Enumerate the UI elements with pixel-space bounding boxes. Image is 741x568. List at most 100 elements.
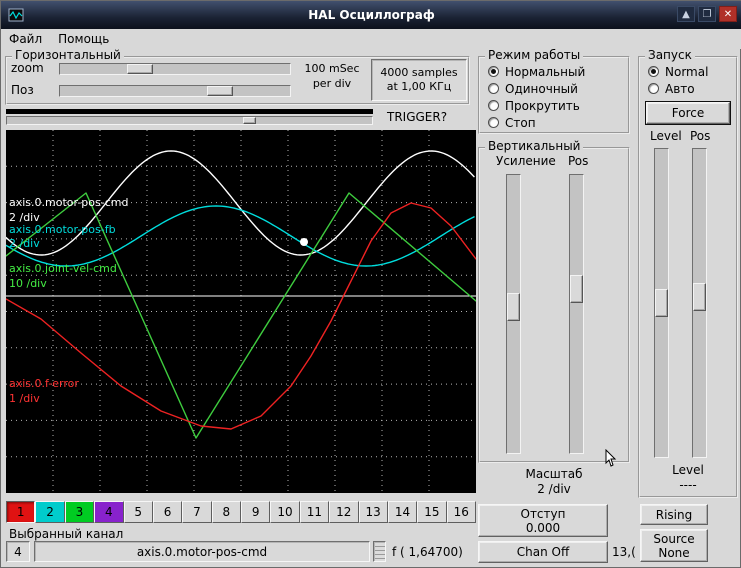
- channel-button-4[interactable]: 4: [94, 501, 124, 523]
- mode-radio-2[interactable]: Прокрутить: [488, 97, 585, 114]
- close-icon[interactable]: ✕: [719, 6, 737, 22]
- vertical-pos-slider-handle[interactable]: [570, 275, 583, 303]
- trigger-radio-1[interactable]: Авто: [648, 80, 708, 97]
- channel-number-display: 4: [6, 541, 30, 562]
- combo-grip-handle[interactable]: [373, 541, 386, 562]
- vertical-group-title: Вертикальный: [485, 140, 584, 153]
- scope-channel-label: 10 /div: [9, 277, 47, 290]
- trigger-group-title: Запуск: [645, 49, 695, 62]
- horizontal-group: Горизонтальный zoom Поз 100 mSec per div…: [5, 49, 470, 105]
- channel-button-2[interactable]: 2: [35, 501, 65, 523]
- chan-off-button[interactable]: Chan Off: [478, 541, 608, 563]
- mode-radio-0[interactable]: Нормальный: [488, 63, 585, 80]
- radio-icon: [488, 117, 499, 128]
- trigger-radio-0[interactable]: Normal: [648, 63, 708, 80]
- trigger-level-slider-handle[interactable]: [655, 289, 668, 317]
- selected-channel-combo[interactable]: axis.0.motor-pos-cmd: [34, 541, 370, 562]
- frequency-readout: f ( 1,64700): [392, 545, 463, 559]
- mouse-cursor: [605, 448, 617, 470]
- window-title: HAL Осциллограф: [308, 8, 435, 22]
- trigger-position-slider[interactable]: [6, 116, 373, 125]
- mode-radio-group: Нормальный Одиночный Прокрутить Стоп: [488, 63, 585, 131]
- channel-button-11[interactable]: 11: [299, 501, 330, 523]
- channel-button-9[interactable]: 9: [241, 501, 271, 523]
- horizontal-pos-slider-handle[interactable]: [207, 86, 233, 96]
- menu-help[interactable]: Помощь: [50, 30, 117, 48]
- maximize-icon[interactable]: ❐: [698, 6, 716, 22]
- gain-label: Усиление: [496, 154, 556, 168]
- zoom-slider[interactable]: [59, 63, 291, 75]
- radio-selected-icon: [488, 66, 499, 77]
- mode-radio-label: Прокрутить: [505, 98, 580, 113]
- rate-line2: per div: [312, 77, 352, 90]
- offset-button[interactable]: Отступ 0.000: [478, 504, 608, 537]
- record-progress-bar: [6, 109, 373, 114]
- source-value: None: [658, 545, 690, 560]
- channel-button-16[interactable]: 16: [446, 501, 476, 523]
- trigger-radio-label: Авто: [665, 81, 695, 96]
- vertical-pos-slider[interactable]: [569, 174, 584, 454]
- scope-channel-label: axis.0.f-error: [9, 377, 79, 390]
- gain-slider[interactable]: [506, 174, 521, 454]
- vertical-pos-label: Pos: [568, 154, 589, 168]
- scale-value: 2 /div: [537, 482, 571, 496]
- mode-group-title: Режим работы: [485, 49, 584, 62]
- minimize-icon[interactable]: ▲: [677, 6, 695, 22]
- menu-file[interactable]: Файл: [1, 30, 50, 48]
- vertical-group: Вертикальный Усиление Pos: [478, 140, 630, 463]
- scope-marker-dot: [300, 238, 308, 246]
- mode-radio-3[interactable]: Стоп: [488, 114, 585, 131]
- scope-channel-label: axis.0.motor-pos-cmd: [9, 196, 128, 209]
- offset-value: 0.000: [525, 520, 561, 535]
- channel-button-7[interactable]: 7: [182, 501, 212, 523]
- source-button[interactable]: Source None: [640, 529, 708, 562]
- level-readout: Level ----: [640, 463, 736, 493]
- trigger-level-slider[interactable]: [654, 148, 669, 458]
- scope-channel-label: axis.0.joint-vel-cmd: [9, 262, 117, 275]
- trigger-question-label: TRIGGER?: [387, 110, 448, 124]
- pos-label: Поз: [11, 83, 34, 97]
- radio-selected-icon: [648, 66, 659, 77]
- scope-channel-label: 2 /div: [9, 237, 40, 250]
- channel-button-10[interactable]: 10: [270, 501, 300, 523]
- trigger-radio-group: Normal Авто: [648, 63, 708, 97]
- radio-icon: [488, 100, 499, 111]
- trigger-radio-label: Normal: [665, 64, 709, 79]
- scope-canvas: axis.0.motor-pos-cmd 2 /divaxis.0.motor-p…: [5, 130, 477, 493]
- rising-button[interactable]: Rising: [640, 504, 708, 525]
- trigger-position-slider-handle[interactable]: [243, 117, 256, 124]
- horizontal-pos-slider[interactable]: [59, 85, 291, 97]
- wave-axis.0.motor-pos-fb: [5, 205, 475, 267]
- level-readout-value: ----: [679, 478, 697, 492]
- samples-display: 4000 samples at 1,00 КГц: [371, 59, 467, 101]
- mode-radio-label: Стоп: [505, 115, 536, 130]
- trigger-pos-slider[interactable]: [692, 148, 707, 458]
- sample-rate-label: 100 mSec per div: [295, 61, 369, 91]
- zoom-label: zoom: [11, 61, 44, 75]
- offset-label: Отступ: [520, 506, 566, 521]
- gain-slider-handle[interactable]: [507, 293, 520, 321]
- channel-button-14[interactable]: 14: [387, 501, 418, 523]
- channel-button-8[interactable]: 8: [211, 501, 241, 523]
- radio-icon: [648, 83, 659, 94]
- channel-button-15[interactable]: 15: [417, 501, 447, 523]
- channel-button-1[interactable]: 1: [6, 501, 36, 523]
- trigger-pos-slider-handle[interactable]: [693, 283, 706, 311]
- scale-block: Масштаб 2 /div: [478, 467, 630, 497]
- channel-button-5[interactable]: 5: [123, 501, 153, 523]
- channel-button-3[interactable]: 3: [64, 501, 95, 523]
- samples-line2: at 1,00 КГц: [386, 80, 452, 93]
- force-button[interactable]: Force: [645, 101, 731, 125]
- mode-radio-1[interactable]: Одиночный: [488, 80, 585, 97]
- channel-button-12[interactable]: 12: [329, 501, 359, 523]
- channel-button-6[interactable]: 6: [152, 501, 183, 523]
- level-readout-label: Level: [672, 463, 704, 477]
- channel-button-13[interactable]: 13: [358, 501, 388, 523]
- selected-channel-label: Выбранный канал: [9, 527, 124, 541]
- source-label: Source: [653, 531, 695, 546]
- trigger-level-label: Level: [650, 129, 682, 143]
- zoom-slider-handle[interactable]: [127, 64, 153, 74]
- radio-icon: [488, 83, 499, 94]
- title-bar: HAL Осциллограф ▲ ❐ ✕: [1, 1, 741, 29]
- channel-button-row: 1 2 3 4 5 6 7 8 9 10 11 12 13 14 15 16: [6, 501, 476, 523]
